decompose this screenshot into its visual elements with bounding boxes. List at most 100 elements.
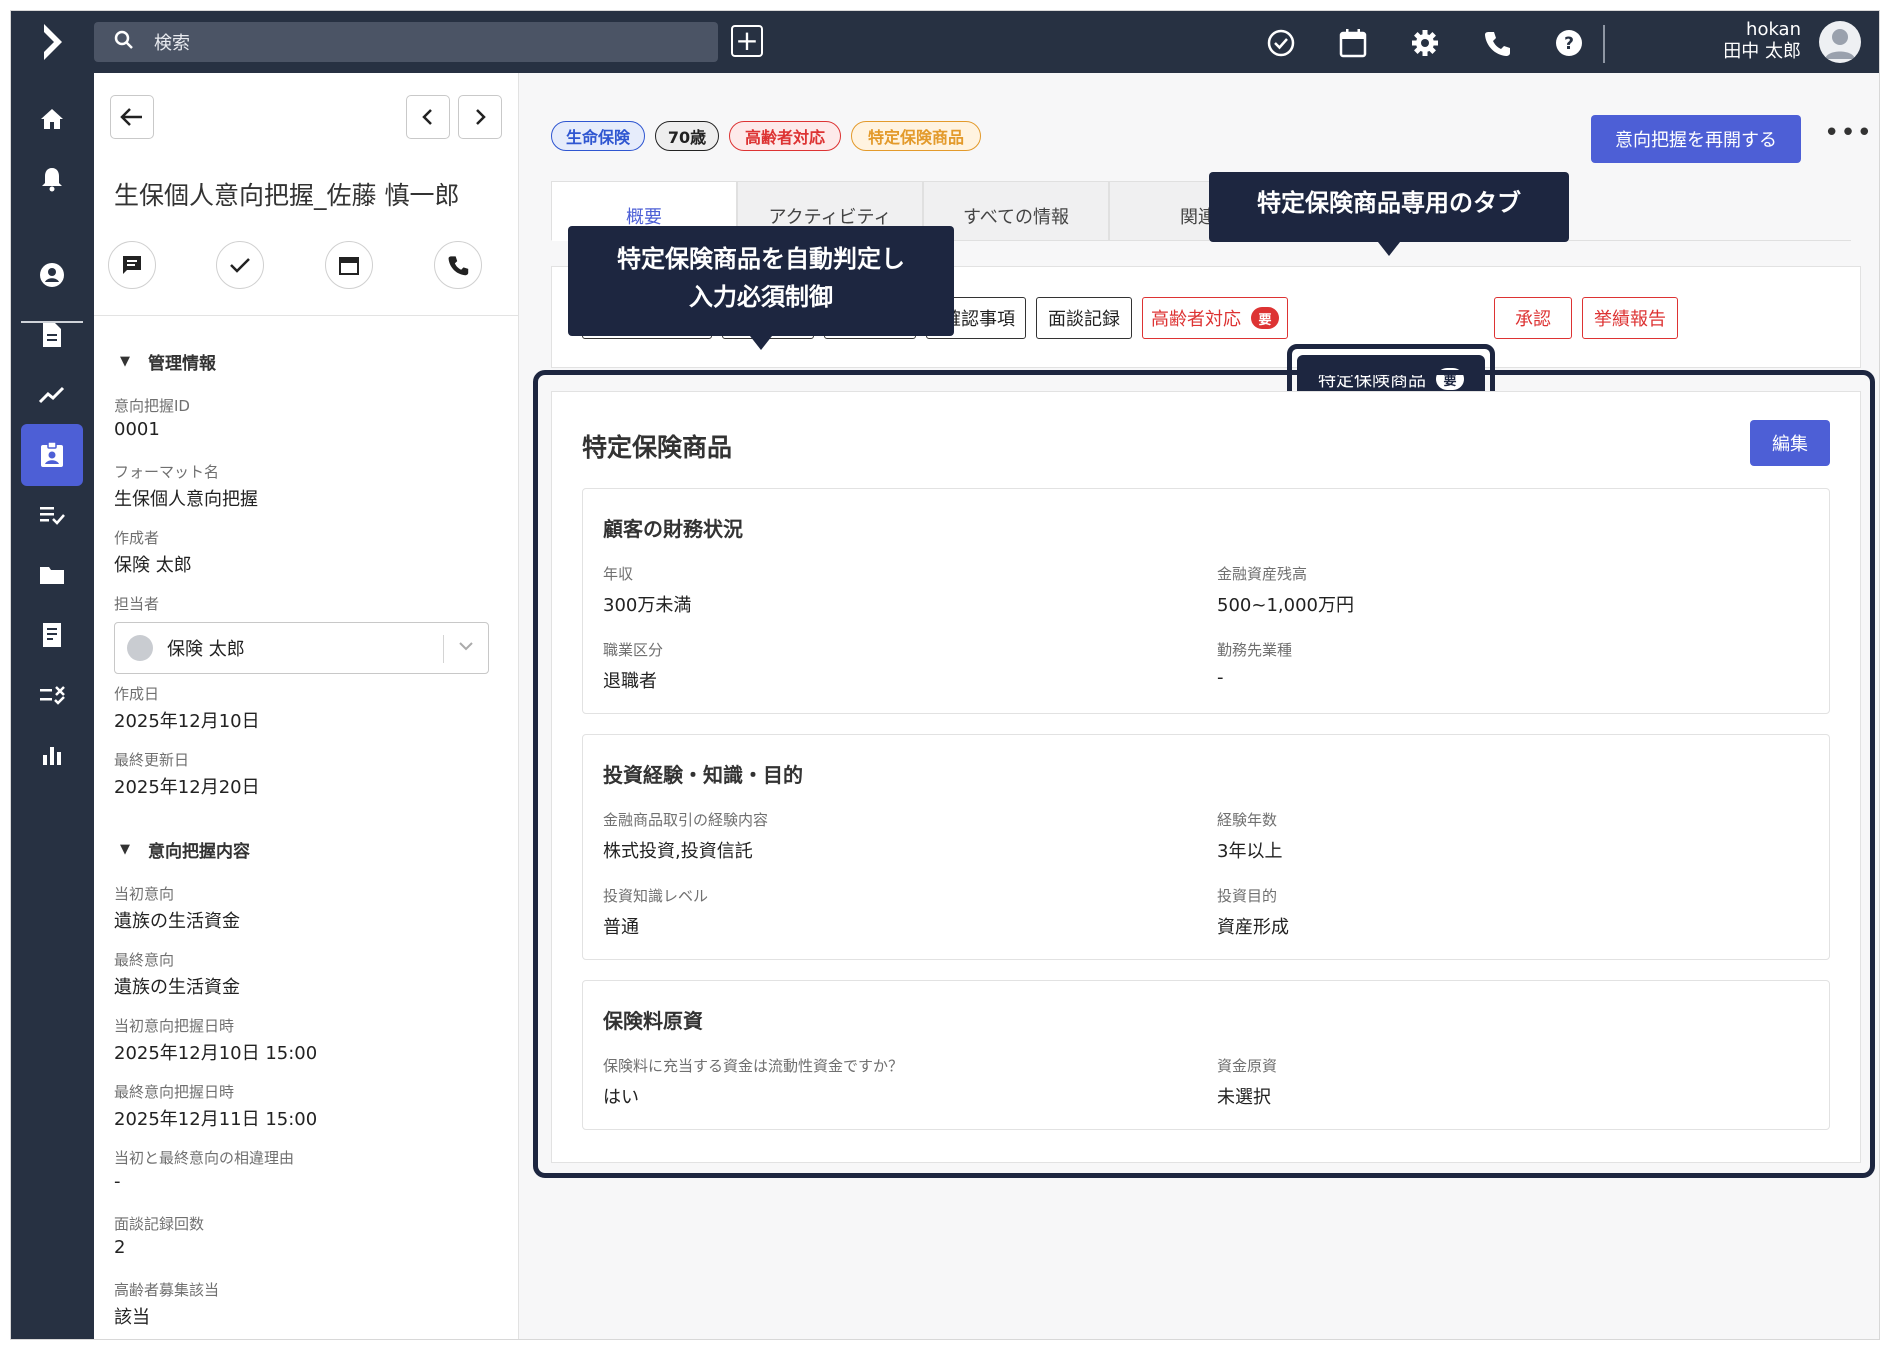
badge-life-insurance: 生命保険 — [551, 121, 645, 151]
document-icon[interactable] — [21, 304, 83, 366]
field-value: 普通 — [603, 917, 639, 938]
next-record-button[interactable] — [458, 95, 502, 139]
arrow-left-icon — [120, 108, 142, 126]
field-label: 面談記録回数 — [114, 1215, 205, 1233]
field-value: 該当 — [114, 1307, 150, 1328]
field-value: 株式投資,投資信託 — [603, 841, 753, 862]
card-heading: 投資経験・知識・目的 — [603, 763, 803, 787]
assignee-select[interactable]: 保険 太郎 — [114, 622, 489, 674]
reopen-button[interactable]: 意向把握を再開する — [1591, 115, 1801, 163]
field-label: 作成日 — [114, 685, 160, 703]
field-value: 2025年12月11日 15:00 — [114, 1109, 318, 1130]
field-label: 職業区分 — [603, 641, 664, 659]
caret-down-icon: ▼ — [120, 354, 130, 369]
field-value: 300万未満 — [603, 595, 692, 616]
specified-product-panel: 特定保険商品 編集 顧客の財務状況 年収 300万未満 金融資産残高 500~1… — [551, 391, 1861, 1163]
more-icon[interactable]: ••• — [1824, 120, 1872, 153]
field-label: フォーマット名 — [114, 463, 220, 481]
field-value: 2025年12月10日 — [114, 711, 260, 732]
account-circle-icon[interactable] — [21, 244, 83, 306]
sidebar — [11, 73, 94, 1339]
field-value: 3年以上 — [1217, 841, 1283, 862]
call-button[interactable] — [434, 241, 482, 289]
record-title: 生保個人意向把握_佐藤 慎一郎 — [114, 181, 460, 210]
panel-title: 特定保険商品 — [582, 433, 733, 462]
record-panel: 生保個人意向把握_佐藤 慎一郎 ▼ 管理情報 意向把握ID 0001 フォーマッ… — [94, 73, 519, 1339]
back-button[interactable] — [110, 95, 154, 139]
user-info[interactable]: hokan 田中 太郎 — [1651, 19, 1801, 63]
field-value: 保険 太郎 — [114, 555, 192, 576]
plus-icon[interactable]: + — [731, 25, 763, 57]
badge-age: 70歳 — [655, 121, 719, 151]
avatar-icon[interactable] — [1819, 21, 1861, 63]
checklist-icon[interactable] — [21, 484, 83, 546]
field-value: 2 — [114, 1237, 126, 1258]
field-label: 経験年数 — [1217, 811, 1278, 829]
section-heading: 管理情報 — [148, 354, 216, 374]
help-icon[interactable]: ? — [1553, 27, 1585, 59]
card-heading: 顧客の財務状況 — [603, 517, 743, 541]
subtab-elderly[interactable]: 高齢者対応 要 — [1142, 297, 1288, 339]
search-input[interactable]: 検索 — [154, 29, 190, 55]
phone-icon[interactable] — [1481, 27, 1513, 59]
field-label: 保険料に充当する資金は流動性資金ですか？ — [603, 1057, 904, 1075]
field-label: 作成者 — [114, 529, 160, 547]
field-value: - — [114, 1171, 121, 1192]
divider — [94, 315, 519, 316]
message-button[interactable] — [108, 241, 156, 289]
prev-record-button[interactable] — [406, 95, 450, 139]
field-value: 0001 — [114, 419, 160, 440]
home-icon[interactable] — [21, 88, 83, 150]
check-icon — [230, 258, 250, 273]
calendar-button[interactable] — [325, 241, 373, 289]
app-window: 検索 + ? hokan 田中 太郎 生保個人意向把握_佐藤 慎一郎 ▼ 管理情… — [10, 10, 1880, 1340]
calendar-icon — [339, 257, 359, 275]
section-management-header[interactable]: ▼ 管理情報 — [114, 349, 216, 374]
check-circle-icon[interactable] — [1265, 27, 1297, 59]
field-value: 生保個人意向把握 — [114, 489, 258, 510]
user-name: 田中 太郎 — [1723, 41, 1801, 62]
section-heading: 意向把握内容 — [148, 842, 250, 862]
field-label: 当初と最終意向の相違理由 — [114, 1149, 295, 1167]
receipt-icon[interactable] — [21, 604, 83, 666]
subtab-performance-report[interactable]: 挙績報告 — [1582, 297, 1678, 339]
field-label: 最終意向把握日時 — [114, 1083, 235, 1101]
callout-tab: 特定保険商品専用のタブ — [1209, 172, 1569, 256]
rule-icon[interactable] — [21, 664, 83, 726]
field-label: 意向把握ID — [114, 397, 190, 415]
chevron-right-icon — [476, 109, 486, 125]
subtab-approval[interactable]: 承認 — [1494, 297, 1572, 339]
search-bar[interactable]: 検索 — [94, 22, 718, 62]
subtab-label: 高齢者対応 — [1151, 309, 1241, 330]
badge-icon[interactable] — [21, 424, 83, 486]
field-value: - — [1217, 667, 1224, 688]
bell-icon[interactable] — [21, 148, 83, 210]
chevron-left-icon — [422, 109, 432, 125]
field-label: 投資知識レベル — [603, 887, 709, 905]
field-label: 年収 — [603, 565, 634, 583]
gear-icon[interactable] — [1409, 27, 1441, 59]
bar-chart-icon[interactable] — [21, 724, 83, 786]
edit-button[interactable]: 編集 — [1750, 420, 1830, 466]
user-id: hokan — [1746, 19, 1801, 40]
logo-chevron-icon[interactable] — [11, 11, 94, 73]
top-bar: 検索 + ? hokan 田中 太郎 — [11, 11, 1879, 73]
card-premium-source: 保険料原資 保険料に充当する資金は流動性資金ですか？ はい 資金原資 未選択 — [582, 980, 1830, 1130]
required-badge: 要 — [1251, 307, 1279, 329]
calendar-icon[interactable] — [1337, 27, 1369, 59]
assignee-value: 保険 太郎 — [167, 639, 245, 660]
task-button[interactable] — [216, 241, 264, 289]
badge-elderly: 高齢者対応 — [729, 121, 841, 151]
field-label: 金融商品取引の経験内容 — [603, 811, 769, 829]
search-icon — [114, 30, 134, 54]
subtab-meeting-records[interactable]: 面談記録 — [1036, 297, 1132, 339]
svg-text:?: ? — [1564, 34, 1574, 54]
callout-auto-judgment: 特定保険商品を自動判定し 入力必須制御 — [568, 226, 954, 350]
phone-icon — [448, 256, 469, 276]
field-value: 2025年12月20日 — [114, 777, 260, 798]
field-label: 勤務先業種 — [1217, 641, 1293, 659]
trend-icon[interactable] — [21, 364, 83, 426]
folder-icon[interactable] — [21, 544, 83, 606]
section-intent-header[interactable]: ▼ 意向把握内容 — [114, 837, 250, 862]
chevron-down-icon — [458, 637, 474, 656]
